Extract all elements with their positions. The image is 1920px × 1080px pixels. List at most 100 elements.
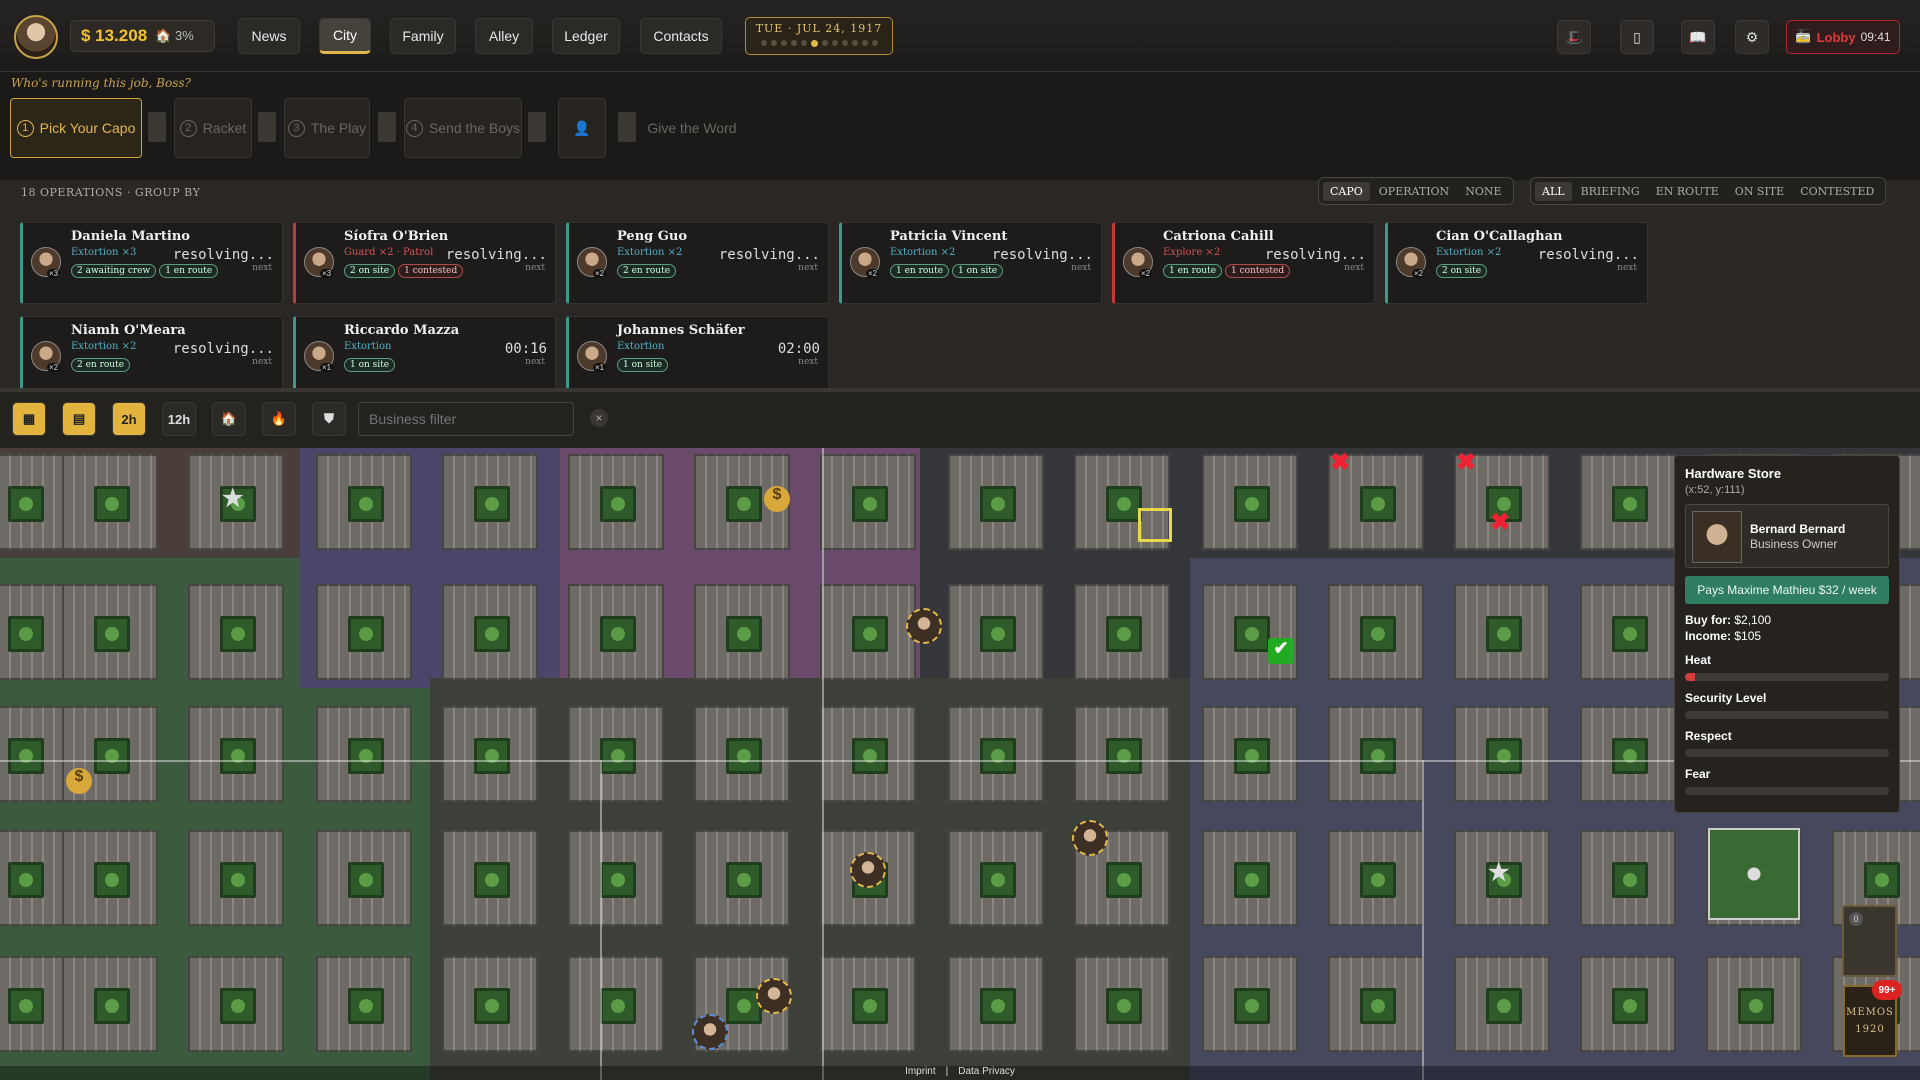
filter-on-site[interactable]: ON SITE (1728, 182, 1791, 201)
step-racket[interactable]: 2 Racket (174, 98, 252, 158)
operation-card[interactable]: ×2 Catriona Cahill Explore ×2 resolving... n… (1112, 222, 1375, 304)
city-block[interactable] (948, 830, 1044, 926)
city-block[interactable] (1328, 584, 1424, 680)
city-block[interactable] (820, 706, 916, 802)
city-block[interactable] (1202, 454, 1298, 550)
city-block[interactable] (948, 706, 1044, 802)
step-pick-capo[interactable]: 1 Pick Your Capo (10, 98, 142, 158)
city-block[interactable] (948, 584, 1044, 680)
city-block[interactable] (948, 956, 1044, 1052)
operation-card[interactable]: ×2 Peng Guo Extortion ×2 resolving... next 2 … (566, 222, 829, 304)
city-block[interactable] (1074, 706, 1170, 802)
imprint-link[interactable]: Imprint (905, 1066, 936, 1077)
city-block[interactable] (568, 454, 664, 550)
lobby-button[interactable]: 🚋 Lobby 09:41 (1786, 20, 1900, 54)
city-block[interactable] (1074, 956, 1170, 1052)
filter-all[interactable]: ALL (1535, 181, 1572, 201)
group-capo[interactable]: CAPO (1323, 181, 1370, 201)
city-block[interactable] (62, 956, 158, 1052)
city-block[interactable] (820, 584, 916, 680)
hat-icon[interactable]: 🎩 (1557, 20, 1591, 54)
book-icon[interactable]: 📖 (1681, 20, 1715, 54)
star-icon[interactable]: ★ (1488, 858, 1510, 887)
nav-family[interactable]: Family (390, 18, 456, 54)
operation-card[interactable]: ×2 Niamh O'Meara Extortion ×2 resolving... n… (20, 316, 283, 398)
city-block[interactable] (188, 956, 284, 1052)
city-block[interactable] (316, 454, 412, 550)
filter-contested[interactable]: CONTESTED (1793, 182, 1881, 201)
player-avatar[interactable] (14, 15, 58, 59)
city-block[interactable] (820, 454, 916, 550)
city-block[interactable] (188, 584, 284, 680)
privacy-link[interactable]: Data Privacy (958, 1066, 1015, 1077)
city-block[interactable] (316, 830, 412, 926)
nav-ledger[interactable]: Ledger (552, 18, 620, 54)
city-block[interactable] (568, 706, 664, 802)
city-block[interactable] (188, 706, 284, 802)
city-map[interactable]: ✖ ✖ ✖ ✔ ★ ★ $ $ (0, 448, 1920, 1080)
city-block[interactable] (568, 584, 664, 680)
nav-contacts[interactable]: Contacts (640, 18, 722, 54)
city-block[interactable] (1454, 706, 1550, 802)
map-view-icon[interactable]: ▦ (12, 402, 46, 436)
time-2h-button[interactable]: 2h (112, 402, 146, 436)
group-operation[interactable]: OPERATION (1372, 182, 1456, 201)
operation-card[interactable]: ×2 Cian O'Callaghan Extortion ×2 resolving.… (1385, 222, 1648, 304)
operation-card[interactable]: ×3 Síofra O'Brien Guard ×2 · Patrol resolvi… (293, 222, 556, 304)
city-block[interactable] (820, 956, 916, 1052)
step-capo-portrait[interactable]: 👤 (558, 98, 606, 158)
operation-card[interactable]: ×1 Johannes Schäfer Extortion 02:00 next 1 on… (566, 316, 829, 398)
crew-pin[interactable] (850, 852, 886, 888)
city-block[interactable] (1328, 830, 1424, 926)
group-none[interactable]: NONE (1458, 182, 1508, 201)
city-block[interactable] (1454, 584, 1550, 680)
city-block[interactable] (694, 706, 790, 802)
city-block[interactable] (188, 830, 284, 926)
selected-business-marker[interactable] (1138, 508, 1172, 542)
city-block[interactable] (1328, 706, 1424, 802)
city-block[interactable] (442, 454, 538, 550)
operation-card[interactable]: ×3 Daniela Martino Extortion ×3 resolving..… (20, 222, 283, 304)
filter-en-route[interactable]: EN ROUTE (1649, 182, 1726, 201)
inventory-slot[interactable]: 0 (1842, 905, 1897, 977)
city-block[interactable] (1580, 584, 1676, 680)
city-block[interactable] (1580, 830, 1676, 926)
settings-icon[interactable]: ⚙ (1735, 20, 1769, 54)
city-block[interactable] (442, 830, 538, 926)
city-block[interactable] (1706, 956, 1802, 1052)
city-block[interactable] (1202, 706, 1298, 802)
city-block[interactable] (568, 956, 664, 1052)
city-block[interactable] (948, 454, 1044, 550)
city-block[interactable] (1202, 830, 1298, 926)
checkmark-icon[interactable]: ✔ (1268, 638, 1294, 664)
city-block[interactable] (316, 706, 412, 802)
x-marker-icon[interactable]: ✖ (1490, 508, 1510, 537)
city-block[interactable] (316, 956, 412, 1052)
city-block[interactable] (442, 584, 538, 680)
city-block[interactable] (442, 956, 538, 1052)
nav-news[interactable]: News (238, 18, 300, 54)
owner-card[interactable]: Bernard Bernard Business Owner (1685, 504, 1889, 568)
time-12h-button[interactable]: 12h (162, 402, 196, 436)
step-give-word[interactable]: Give the Word (640, 98, 744, 158)
fire-icon[interactable]: 🔥 (262, 402, 296, 436)
nav-city[interactable]: City (319, 18, 371, 54)
city-block[interactable] (1074, 584, 1170, 680)
crew-pin[interactable] (756, 978, 792, 1014)
x-marker-icon[interactable]: ✖ (1456, 448, 1476, 477)
clear-filter-icon[interactable]: × (590, 409, 608, 427)
city-block[interactable] (62, 584, 158, 680)
city-block[interactable] (1202, 584, 1298, 680)
city-block[interactable] (442, 706, 538, 802)
operation-card[interactable]: ×2 Patricia Vincent Extortion ×2 resolving.… (839, 222, 1102, 304)
x-marker-icon[interactable]: ✖ (1330, 448, 1350, 477)
step-the-play[interactable]: 3 The Play (284, 98, 370, 158)
operation-card[interactable]: ×1 Riccardo Mazza Extortion 00:16 next 1 on s… (293, 316, 556, 398)
filter-briefing[interactable]: BRIEFING (1574, 182, 1647, 201)
city-block[interactable] (1580, 956, 1676, 1052)
city-block[interactable] (694, 830, 790, 926)
city-block[interactable] (62, 830, 158, 926)
satellite-view-icon[interactable]: ▤ (62, 402, 96, 436)
city-block[interactable] (316, 584, 412, 680)
shield-icon[interactable]: ⛊ (312, 402, 346, 436)
